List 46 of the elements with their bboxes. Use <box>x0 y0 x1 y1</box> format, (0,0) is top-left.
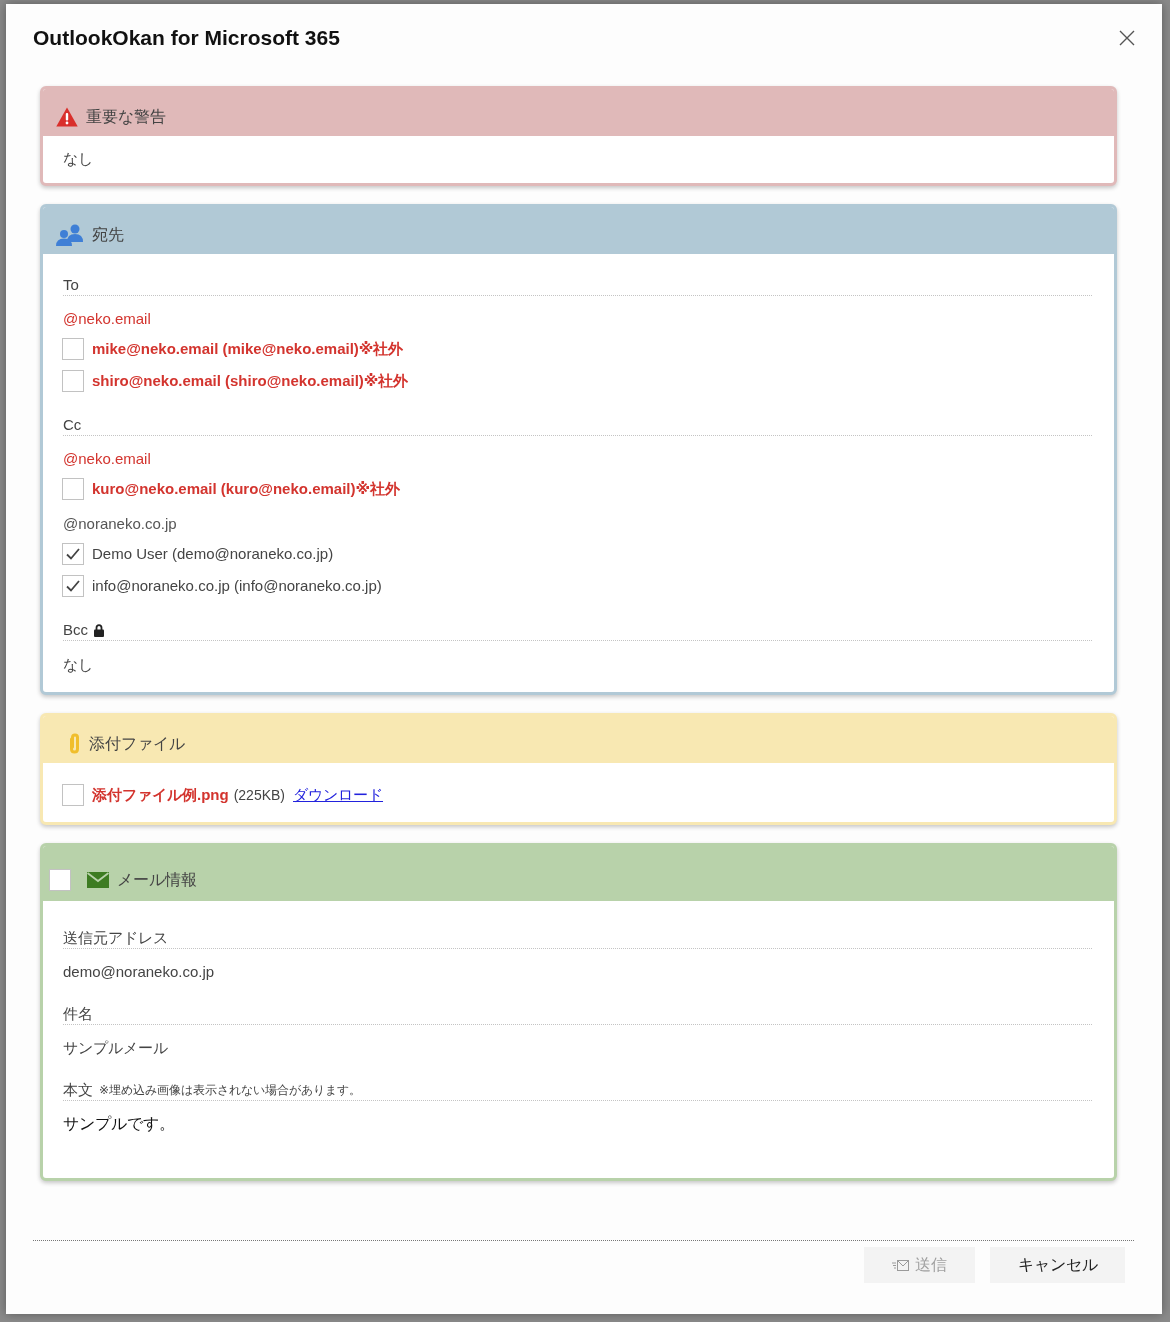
field-label: 件名 <box>63 1004 93 1024</box>
recipient-label: mike@neko.email (mike@neko.email)※社外 <box>92 339 404 359</box>
checkbox[interactable] <box>62 370 84 392</box>
recipient-type-label: To <box>63 275 79 295</box>
checkbox[interactable] <box>62 575 84 597</box>
recipient-type-label: Cc <box>63 415 82 435</box>
recipient-label: shiro@neko.email (shiro@neko.email)※社外 <box>92 371 409 391</box>
domain-label: @noraneko.co.jp <box>63 514 177 534</box>
field-label: 送信元アドレス <box>63 928 168 948</box>
card-title: 宛先 <box>92 225 124 245</box>
empty-text: なし <box>63 655 93 675</box>
recipient-label: info@noraneko.co.jp (info@noraneko.co.jp) <box>92 576 382 596</box>
checkmark-icon <box>66 580 80 592</box>
paperclip-icon <box>68 733 81 755</box>
field-value: demo@noraneko.co.jp <box>63 962 215 982</box>
empty-text: なし <box>63 149 93 169</box>
domain-label: @neko.email <box>63 449 151 469</box>
checkmark-icon <box>66 548 80 560</box>
checkbox[interactable] <box>49 869 71 891</box>
recipient-label: kuro@neko.email (kuro@neko.email)※社外 <box>92 479 401 499</box>
download-link[interactable]: ダウンロード <box>293 785 383 805</box>
lock-icon <box>94 623 104 637</box>
message-body: サンプルです。 <box>63 1114 175 1134</box>
dialog-title: OutlookOkan for Microsoft 365 <box>33 26 340 50</box>
field-label: 本文 <box>63 1080 93 1100</box>
envelope-icon <box>87 872 109 888</box>
domain-label: @neko.email <box>63 309 151 329</box>
recipient-type-label: Bcc <box>63 620 88 640</box>
card-title: 添付ファイル <box>89 734 185 754</box>
recipient-label: Demo User (demo@noraneko.co.jp) <box>92 544 334 564</box>
checkbox[interactable] <box>62 784 84 806</box>
warning-icon <box>56 107 78 127</box>
close-icon <box>1119 30 1135 46</box>
card-title: メール情報 <box>117 870 197 890</box>
close-button[interactable] <box>1119 30 1135 46</box>
people-icon <box>56 224 84 246</box>
field-value: サンプルメール <box>63 1038 168 1058</box>
checkbox[interactable] <box>62 478 84 500</box>
checkbox[interactable] <box>62 338 84 360</box>
card-title: 重要な警告 <box>86 107 166 127</box>
file-name: 添付ファイル例.png <box>92 785 229 805</box>
field-note: ※埋め込み画像は表示されない場合があります。 <box>99 1082 362 1099</box>
checkbox[interactable] <box>62 543 84 565</box>
send-icon <box>892 1259 909 1271</box>
cancel-button[interactable]: キャンセル <box>990 1247 1125 1283</box>
file-size: (225KB) <box>233 786 285 805</box>
